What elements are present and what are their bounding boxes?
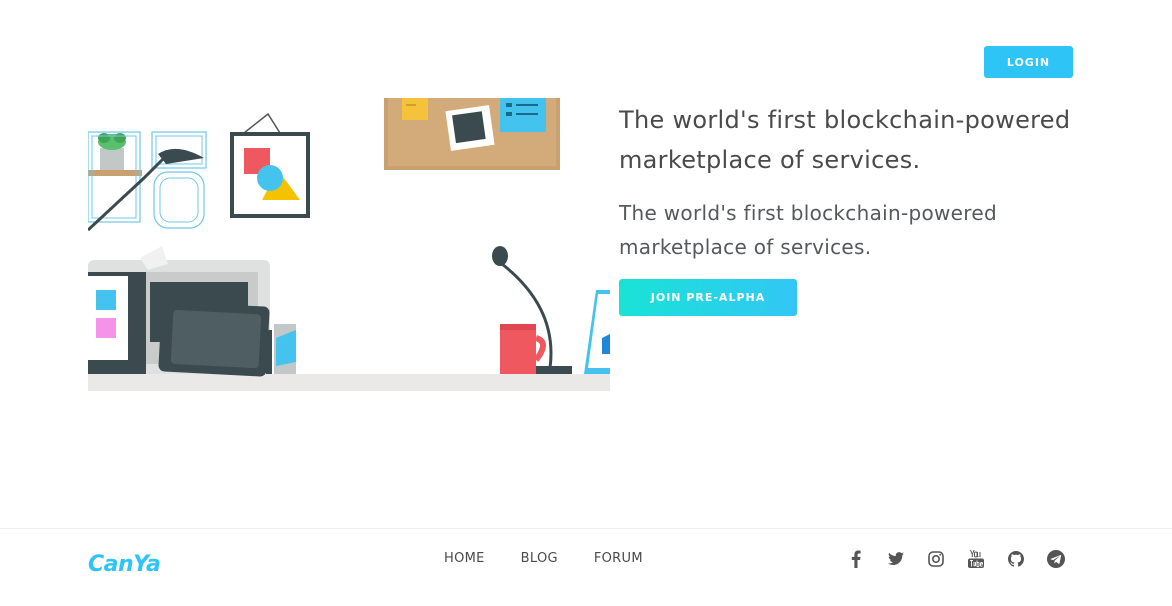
social-links bbox=[846, 549, 1066, 569]
footer-nav-home[interactable]: HOME bbox=[444, 551, 485, 566]
facebook-icon[interactable] bbox=[846, 549, 866, 569]
hero-illustration bbox=[88, 98, 610, 391]
footer-nav-blog[interactable]: BLOG bbox=[521, 551, 558, 566]
telegram-icon[interactable] bbox=[1046, 549, 1066, 569]
hero-title: The world's first blockchain-powered mar… bbox=[619, 106, 1071, 174]
twitter-icon[interactable] bbox=[886, 549, 906, 569]
page: LOGIN The world's first blockchain-power… bbox=[0, 0, 1172, 606]
youtube-icon[interactable] bbox=[966, 549, 986, 569]
footer-nav-forum[interactable]: FORUM bbox=[594, 551, 643, 566]
join-pre-alpha-button[interactable]: JOIN PRE-ALPHA bbox=[619, 279, 797, 316]
hero-subtitle: The world's first blockchain-powered mar… bbox=[619, 201, 997, 259]
logo-text: CanYa bbox=[88, 552, 160, 577]
login-button[interactable]: LOGIN bbox=[984, 46, 1073, 78]
instagram-icon[interactable] bbox=[926, 549, 946, 569]
canya-logo[interactable]: CanYa bbox=[88, 545, 170, 577]
footer: CanYa HOME BLOG FORUM bbox=[0, 528, 1172, 606]
github-icon[interactable] bbox=[1006, 549, 1026, 569]
footer-nav: HOME BLOG FORUM bbox=[444, 551, 643, 566]
